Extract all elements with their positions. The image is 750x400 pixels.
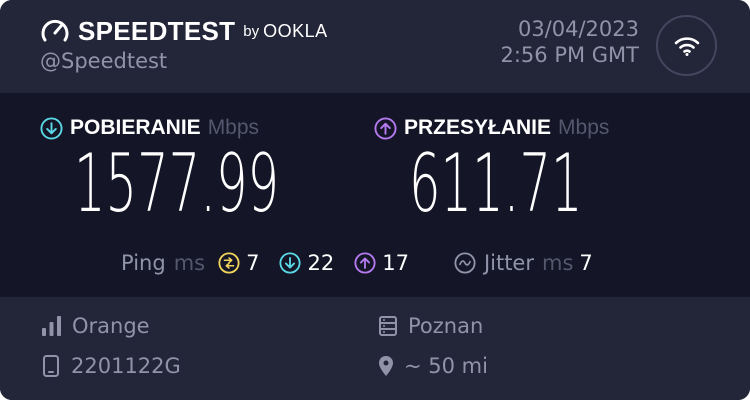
ping-download-value: 22	[307, 251, 335, 275]
device-model: 2201122G	[71, 354, 181, 378]
jitter-unit: ms	[542, 251, 574, 275]
jitter-icon	[454, 252, 476, 274]
speedtest-logo[interactable]: SPEEDTEST by OOKLA	[40, 12, 328, 46]
ookla-wordmark: OOKLA	[263, 21, 328, 41]
upload-speed-value: 611.71	[409, 137, 583, 230]
jitter-value: 7	[579, 251, 593, 275]
isp-name: Orange	[72, 314, 150, 338]
download-speed-value: 1577.99	[74, 137, 280, 230]
idle-latency-icon	[218, 252, 240, 274]
jitter-label: Jitter	[483, 251, 534, 275]
brand-name: SPEEDTEST	[78, 16, 236, 46]
upload-arrow-icon	[374, 116, 397, 140]
test-time: 2:56 PM GMT	[500, 43, 639, 67]
server-icon	[379, 316, 397, 336]
device-info[interactable]: 2201122G	[41, 354, 181, 378]
ping-label: Ping	[121, 251, 166, 275]
test-datetime: 03/04/2023 2:56 PM GMT	[500, 16, 639, 68]
server-location: Poznan	[408, 314, 484, 338]
speedtest-result-card: SPEEDTEST by OOKLA @Speedtest 03/04/2023…	[0, 0, 750, 400]
latency-row: Ping ms 7 22 17 Jitter ms 7	[121, 251, 593, 275]
test-date: 03/04/2023	[517, 17, 639, 41]
distance-info: ~ 50 mi	[378, 354, 488, 378]
isp-info[interactable]: Orange	[41, 314, 150, 338]
footer-panel	[0, 297, 750, 400]
server-distance: ~ 50 mi	[404, 354, 488, 378]
account-handle[interactable]: @Speedtest	[40, 49, 167, 73]
upload-latency-icon	[354, 252, 376, 274]
download-latency-icon	[279, 252, 302, 274]
ping-idle-value: 7	[246, 251, 260, 275]
connection-type-button[interactable]	[656, 15, 717, 76]
download-arrow-icon	[40, 116, 63, 140]
ping-upload-value: 17	[382, 251, 409, 275]
server-info[interactable]: Poznan	[378, 314, 483, 338]
location-pin-icon	[379, 356, 393, 376]
ping-unit: ms	[173, 251, 206, 275]
wifi-icon	[674, 36, 699, 56]
phone-icon	[43, 355, 59, 377]
speedometer-icon	[41, 19, 69, 42]
signal-bars-icon	[42, 316, 61, 336]
brand-by: by	[243, 23, 260, 40]
